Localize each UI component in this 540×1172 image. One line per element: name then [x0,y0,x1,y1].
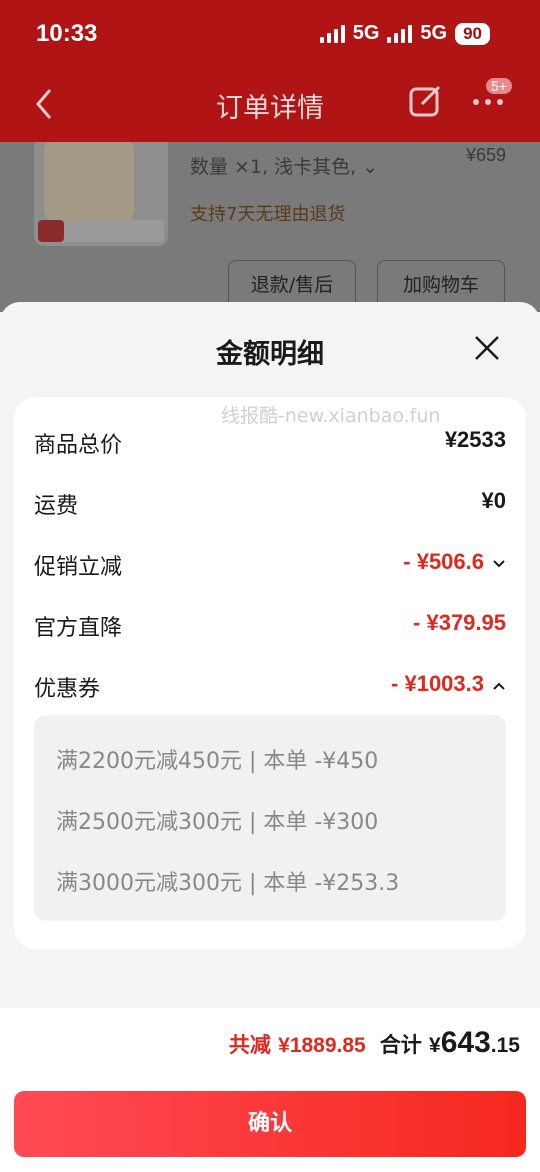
status-time: 10:33 [36,20,98,47]
product-spec: 数量 ×1, 浅卡其色, ⌄ [190,156,379,178]
row-label: 促销立减 [34,555,123,580]
row-coupon[interactable]: 优惠券 - ¥1003.3 [34,665,506,705]
coupon-item: 满2500元减300元 | 本单 -¥300 [56,810,379,835]
network-label-2: 5G [420,22,448,44]
row-official-discount: 官方直降 - ¥379.95 [34,604,506,644]
row-label: 商品总价 [34,433,123,458]
row-value: - ¥1003.3 [391,671,484,696]
coupon-item: 满2200元减450元 | 本单 -¥450 [56,749,379,774]
checkout-footer: 共减 ¥1889.85 合计 ¥643.15 确认 [0,1008,540,1172]
nav-bar: 订单详情 5+ [0,70,540,142]
chevron-down-icon[interactable] [492,557,506,571]
row-promotion[interactable]: 促销立减 - ¥506.6 [34,543,506,583]
amount-card: 线报酷-new.xianbao.fun 商品总价 ¥2533 运费 ¥0 促销立… [14,397,526,949]
product-price: ¥659 [465,145,506,165]
status-icons: 5G 5G 90 [319,22,490,45]
row-value: - ¥379.95 [413,610,506,635]
status-bar: 10:33 5G 5G 90 [0,0,540,70]
row-value: ¥2533 [444,427,506,452]
signal-icon [387,24,413,43]
close-icon[interactable] [474,335,500,361]
battery-indicator: 90 [455,22,490,45]
summary-row: 共减 ¥1889.85 合计 ¥643.15 [229,1026,520,1060]
chevron-down-icon: ⌄ [362,156,379,178]
row-label: 运费 [34,494,79,519]
row-shipping: 运费 ¥0 [34,482,506,522]
chevron-up-icon[interactable] [492,679,506,693]
total-reduction: 共减 ¥1889.85 [228,1033,366,1057]
network-label-1: 5G [352,22,380,44]
row-value: - ¥506.6 [403,549,484,574]
price-tag-image [38,220,164,242]
page-title: 订单详情 [216,93,324,124]
sheet-title: 金额明细 [216,339,324,370]
row-label: 优惠券 [34,677,101,702]
signal-icon [319,24,345,43]
refund-button[interactable]: 退款/售后 [228,260,356,308]
product-image [34,142,168,246]
row-label: 官方直降 [34,616,123,641]
message-badge: 5+ [486,78,512,94]
refund-policy: 支持7天无理由退货 [190,204,346,225]
row-value: ¥0 [481,488,506,513]
add-to-cart-button[interactable]: 加购物车 [377,260,505,308]
coupon-item: 满3000元减300元 | 本单 -¥253.3 [56,871,400,896]
coupon-detail-list: 满2200元减450元 | 本单 -¥450 满2500元减300元 | 本单 … [34,715,506,921]
more-icon[interactable] [470,92,510,112]
shirt-image [44,142,134,224]
total-amount: 合计 ¥643.15 [379,1026,520,1059]
share-icon[interactable] [408,84,442,118]
confirm-button[interactable]: 确认 [14,1091,526,1157]
row-goods-total: 商品总价 ¥2533 [34,421,506,461]
